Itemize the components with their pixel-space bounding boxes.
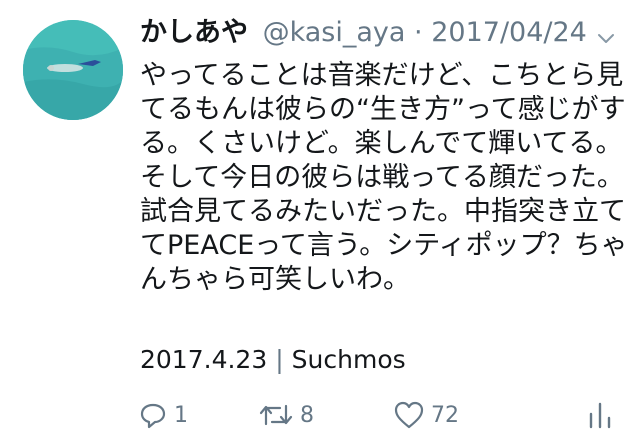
- action-bar: 1 8 72: [138, 395, 633, 435]
- meta-separator: |: [275, 345, 284, 374]
- tweet-header: かしあや @kasi_aya · 2017/04/24: [140, 13, 587, 53]
- reply-count: 1: [174, 402, 188, 428]
- tweet-text: やってることは音楽だけど、こちとら見てるもんは彼らの“生き方”って感じがする。く…: [140, 60, 628, 295]
- header-separator: ·: [414, 17, 423, 48]
- retweet-count: 8: [300, 402, 314, 428]
- like-button[interactable]: 72: [393, 395, 459, 435]
- author-name[interactable]: かしあや: [140, 17, 248, 48]
- reply-button[interactable]: 1: [138, 395, 188, 435]
- swimmer-photo-icon: [23, 20, 123, 120]
- tweet-date[interactable]: 2017/04/24: [431, 17, 587, 48]
- reply-icon: [140, 403, 166, 429]
- retweet-icon: [259, 404, 293, 426]
- tweet-meta: 2017.4.23 | Suchmos: [140, 342, 406, 378]
- chevron-down-icon[interactable]: [594, 26, 618, 50]
- author-handle[interactable]: @kasi_aya: [263, 17, 406, 48]
- heart-icon: [394, 401, 424, 429]
- meta-date: 2017.4.23: [140, 345, 268, 374]
- analytics-icon: [589, 402, 611, 429]
- retweet-button[interactable]: 8: [258, 395, 314, 435]
- like-count: 72: [431, 402, 459, 428]
- analytics-button[interactable]: [586, 395, 614, 435]
- avatar[interactable]: [23, 20, 123, 120]
- meta-tag: Suchmos: [291, 345, 406, 374]
- tweet-card: かしあや @kasi_aya · 2017/04/24 やってることは音楽だけど…: [0, 0, 639, 444]
